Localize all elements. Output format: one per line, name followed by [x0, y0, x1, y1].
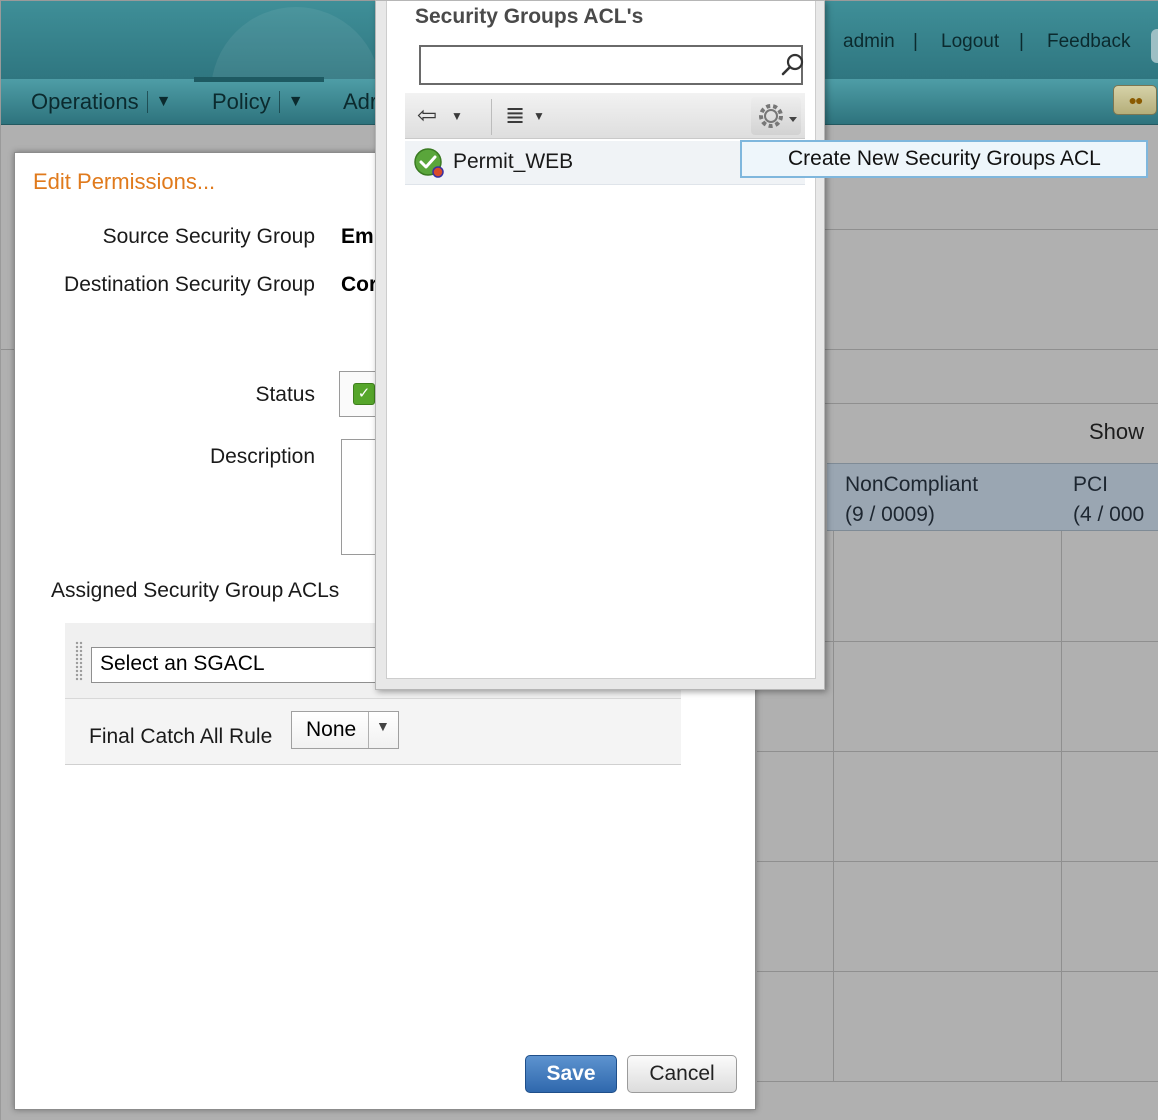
drag-handle-icon[interactable]	[75, 641, 83, 681]
active-tab-indicator	[194, 77, 324, 82]
final-catch-all-label: Final Catch All Rule	[89, 725, 273, 748]
dialog-title: Edit Permissions...	[33, 169, 216, 194]
security-groups-acl-popup: Security Groups ACL's ⇦ ▼ ≣ ▼ Permit_WEB	[375, 0, 825, 690]
popup-title: Security Groups ACL's	[415, 5, 644, 28]
status-label: Status	[255, 383, 315, 406]
back-arrow-icon[interactable]: ⇦	[417, 101, 437, 130]
nav-operations[interactable]: Operations ▼	[31, 89, 171, 115]
chevron-down-icon: ▼	[287, 93, 304, 110]
header-separator: |	[913, 31, 918, 52]
header-separator: |	[1019, 31, 1024, 52]
nav-policy-label: Policy	[212, 89, 271, 114]
gear-button[interactable]	[751, 97, 801, 135]
destination-security-group-value: Cor	[341, 273, 378, 296]
acl-item-name: Permit_WEB	[453, 150, 574, 173]
nav-administration[interactable]: Adr	[343, 89, 377, 115]
nav-policy[interactable]: Policy ▼	[212, 89, 304, 115]
final-catch-all-value: None	[306, 718, 357, 741]
cancel-button[interactable]: Cancel	[627, 1055, 737, 1093]
chevron-down-icon[interactable]: ▼	[533, 109, 545, 123]
grid-header: NonCompliant (9 / 0009) PCI (4 / 000	[827, 463, 1158, 531]
glasses-icon[interactable]: ●●	[1113, 85, 1157, 115]
column-header-pci[interactable]: PCI (4 / 000	[1073, 470, 1158, 530]
destination-security-group-label: Destination Security Group	[64, 273, 315, 296]
chevron-down-icon[interactable]: ▼	[451, 109, 463, 123]
source-security-group-value: Em	[341, 225, 374, 248]
admin-link[interactable]: admin	[843, 31, 895, 53]
column-header-noncompliant[interactable]: NonCompliant (9 / 0009)	[845, 470, 978, 530]
assigned-sgacls-label: Assigned Security Group ACLs	[51, 579, 340, 602]
status-checkbox[interactable]: ✓	[353, 383, 375, 405]
sgacl-select[interactable]: Select an SGACL	[91, 647, 391, 683]
create-new-sgacl-menu-item[interactable]: Create New Security Groups ACL	[740, 140, 1148, 178]
nav-administration-label: Adr	[343, 89, 378, 114]
show-label: Show	[1089, 419, 1145, 444]
chevron-down-icon: ▼	[155, 93, 172, 110]
save-button[interactable]: Save	[525, 1055, 617, 1093]
logout-link[interactable]: Logout	[941, 31, 999, 53]
header-edge-widget	[1151, 29, 1158, 63]
chevron-down-icon: ▼	[376, 718, 390, 734]
search-icon[interactable]	[781, 53, 805, 77]
nav-operations-label: Operations	[31, 89, 139, 114]
gear-icon	[759, 104, 797, 128]
feedback-link[interactable]: Feedback	[1047, 31, 1130, 53]
final-catch-all-select[interactable]: None ▼	[291, 711, 399, 749]
list-view-icon[interactable]: ≣	[505, 101, 525, 130]
popup-toolbar: ⇦ ▼ ≣ ▼	[405, 93, 805, 139]
check-badge-icon	[414, 148, 444, 178]
acl-search-input[interactable]	[419, 45, 805, 85]
source-security-group-label: Source Security Group	[102, 225, 315, 248]
description-label: Description	[209, 445, 315, 468]
